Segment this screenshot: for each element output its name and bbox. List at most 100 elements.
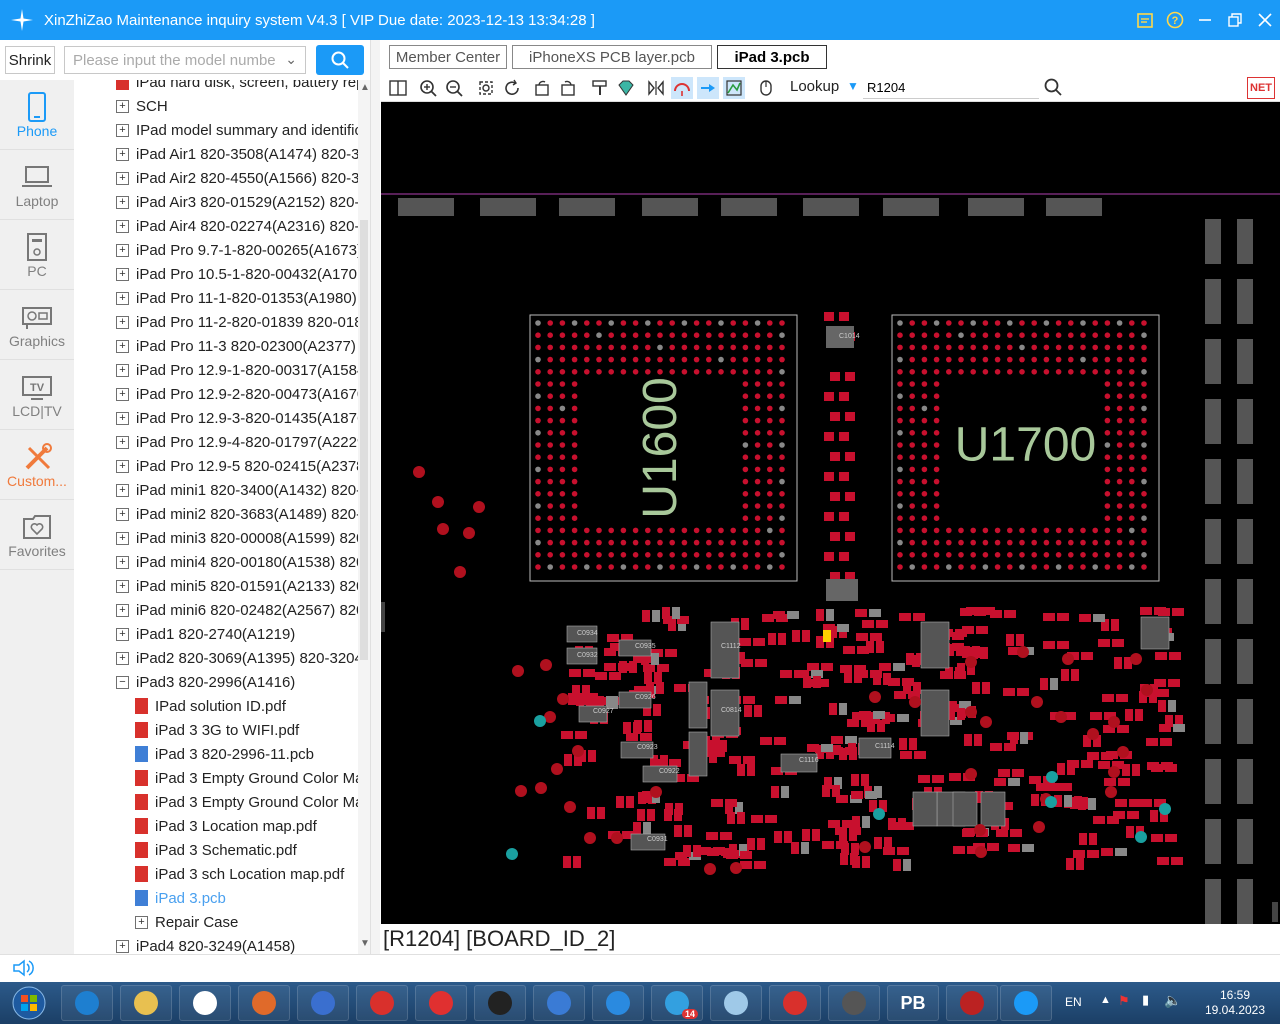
tree-file-item[interactable]: iPad 3 Empty Ground Color Ma <box>74 790 366 814</box>
nch-icon[interactable] <box>474 985 526 1021</box>
expand-icon[interactable]: + <box>116 363 129 377</box>
tree-folder-item[interactable]: + iPad mini5 820-01591(A2133) 820 <box>74 574 366 598</box>
tree-folder-item[interactable]: + iPad mini2 820-3683(A1489) 820- <box>74 502 366 526</box>
expand-icon[interactable]: + <box>116 603 129 617</box>
tree-folder-item[interactable]: + iPad Pro 12.9-2-820-00473(A1670 <box>74 382 366 406</box>
tree-file-item[interactable]: iPad 3 820-2996-11.pcb <box>74 742 366 766</box>
zoom-in-icon[interactable] <box>417 77 439 99</box>
expand-icon[interactable]: + <box>116 651 129 665</box>
model-search-input[interactable]: Please input the model numbe ⌄ <box>64 46 306 74</box>
network-warning-icon[interactable]: ⚑ <box>1118 993 1130 1009</box>
ir-icon[interactable] <box>297 985 349 1021</box>
net-button[interactable]: NET <box>1247 77 1275 99</box>
expand-icon[interactable]: + <box>116 459 129 473</box>
speaker-icon[interactable] <box>12 958 34 983</box>
shrink-button[interactable]: Shrink <box>5 46 55 74</box>
tree-folder-item[interactable]: + iPad1 820-2740(A1219) <box>74 622 366 646</box>
expand-icon[interactable]: + <box>116 555 129 569</box>
expand-icon[interactable]: + <box>116 123 129 137</box>
restore-button[interactable] <box>1220 0 1250 40</box>
scroll-up-icon[interactable]: ▲ <box>360 82 370 93</box>
mirror-icon[interactable] <box>645 77 667 99</box>
tree-file-item[interactable]: iPad 3 sch Location map.pdf <box>74 862 366 886</box>
expand-icon[interactable]: + <box>116 531 129 545</box>
scroll-down-icon[interactable]: ▼ <box>360 938 370 949</box>
expand-icon[interactable]: + <box>116 507 129 521</box>
tree-folder-item[interactable]: + iPad Pro 12.9-1-820-00317(A1584 <box>74 358 366 382</box>
nav-item-custom[interactable]: Custom... <box>0 430 74 500</box>
paint-roller-icon[interactable] <box>589 77 611 99</box>
minimize-button[interactable] <box>1190 0 1220 40</box>
tree-folder-item[interactable]: + iPad Air3 820-01529(A2152) 820-0 <box>74 190 366 214</box>
tree-folder-item[interactable]: + iPad4 820-3249(A1458) <box>74 934 366 954</box>
tree-folder-item[interactable]: + iPad Pro 11-3 820-02300(A2377) 8 <box>74 334 366 358</box>
tree-file-item[interactable]: iPad hard disk, screen, battery replacem… <box>74 80 366 94</box>
chrome-icon[interactable] <box>179 985 231 1021</box>
notes-icon[interactable] <box>1130 0 1160 40</box>
panel-splitter[interactable] <box>370 40 380 954</box>
language-indicator[interactable]: EN <box>1065 995 1082 1009</box>
expand-icon[interactable]: + <box>116 939 129 953</box>
xinzhizao-icon[interactable] <box>1000 985 1052 1021</box>
signal-icon[interactable]: ▮ <box>1142 992 1149 1008</box>
pb-icon[interactable]: PB <box>887 985 939 1021</box>
lookup-dropdown-icon[interactable]: ▼ <box>847 79 859 93</box>
collapse-icon[interactable]: − <box>116 675 129 689</box>
telegram-icon[interactable]: 14 <box>651 985 703 1021</box>
expand-icon[interactable]: + <box>116 579 129 593</box>
tree-folder-item[interactable]: + iPad mini4 820-00180(A1538) 820 <box>74 550 366 574</box>
close-button[interactable] <box>1250 0 1280 40</box>
notes-icon[interactable] <box>710 985 762 1021</box>
panel-toggle-icon[interactable] <box>387 77 409 99</box>
ie-icon[interactable] <box>61 985 113 1021</box>
tree-folder-item[interactable]: + iPad mini6 820-02482(A2567) 820 <box>74 598 366 622</box>
expand-icon[interactable]: + <box>116 315 129 329</box>
tree-folder-item[interactable]: + Repair Case <box>74 910 366 934</box>
tree-folder-item[interactable]: + iPad Air4 820-02274(A2316) 820-0 <box>74 214 366 238</box>
z-icon[interactable] <box>592 985 644 1021</box>
expand-icon[interactable]: + <box>116 195 129 209</box>
expand-icon[interactable]: + <box>116 387 129 401</box>
lookup-input[interactable] <box>863 77 1039 99</box>
tree-folder-item[interactable]: + iPad mini3 820-00008(A1599) 820 <box>74 526 366 550</box>
expand-icon[interactable]: + <box>135 915 148 929</box>
tree-folder-item[interactable]: + iPad2 820-3069(A1395) 820-3204 <box>74 646 366 670</box>
net-highlight-icon[interactable] <box>671 77 693 99</box>
tree-folder-item[interactable]: + iPad mini1 820-3400(A1432) 820- <box>74 478 366 502</box>
tree-folder-item[interactable]: + iPad Air1 820-3508(A1474) 820-3 <box>74 142 366 166</box>
tree-folder-item[interactable]: + iPad Pro 9.7-1-820-00265(A1673) <box>74 238 366 262</box>
expand-icon[interactable]: + <box>116 147 129 161</box>
firefox-like-icon[interactable] <box>238 985 290 1021</box>
nav-item-lcd-tv[interactable]: TV LCD|TV <box>0 360 74 430</box>
mouse-icon[interactable] <box>755 77 777 99</box>
tree-file-item[interactable]: IPad solution ID.pdf <box>74 694 366 718</box>
pin-arrow-icon[interactable] <box>697 77 719 99</box>
tab-ipad3-pcb[interactable]: iPad 3.pcb <box>717 45 827 69</box>
expand-icon[interactable]: + <box>116 435 129 449</box>
tree-folder-item[interactable]: + SCH <box>74 94 366 118</box>
tree-file-item[interactable]: iPad 3 Schematic.pdf <box>74 838 366 862</box>
wt-icon[interactable] <box>946 985 998 1021</box>
pcb-canvas[interactable]: U1600 U1700 C1014 C0934 C0932 C0935 C0926 C0927… <box>381 102 1280 924</box>
rotate-left-icon[interactable] <box>531 77 553 99</box>
expand-icon[interactable]: + <box>116 483 129 497</box>
tree-folder-item[interactable]: + iPad Pro 12.9-4-820-01797(A2229 <box>74 430 366 454</box>
tool-icon[interactable] <box>828 985 880 1021</box>
acrobat-icon[interactable] <box>769 985 821 1021</box>
tree-folder-item[interactable]: + iPad Air2 820-4550(A1566) 820-3 <box>74 166 366 190</box>
expand-icon[interactable]: + <box>116 411 129 425</box>
scrollbar-thumb[interactable] <box>360 220 368 660</box>
start-button[interactable] <box>4 983 54 1023</box>
map-icon[interactable] <box>723 77 745 99</box>
tree-file-item[interactable]: iPad 3.pcb <box>74 886 366 910</box>
expand-icon[interactable]: + <box>116 219 129 233</box>
expand-icon[interactable]: + <box>116 339 129 353</box>
tree-scrollbar[interactable]: ▲ ▼ <box>358 80 370 954</box>
nav-item-favorites[interactable]: Favorites <box>0 500 74 570</box>
tree-folder-item[interactable]: + IPad model summary and identification <box>74 118 366 142</box>
lookup-search-button[interactable] <box>1043 77 1065 99</box>
refresh-icon[interactable] <box>501 77 523 99</box>
zoom-out-icon[interactable] <box>443 77 465 99</box>
location-icon[interactable] <box>356 985 408 1021</box>
tree-folder-item[interactable]: + iPad Pro 11-1-820-01353(A1980) <box>74 286 366 310</box>
